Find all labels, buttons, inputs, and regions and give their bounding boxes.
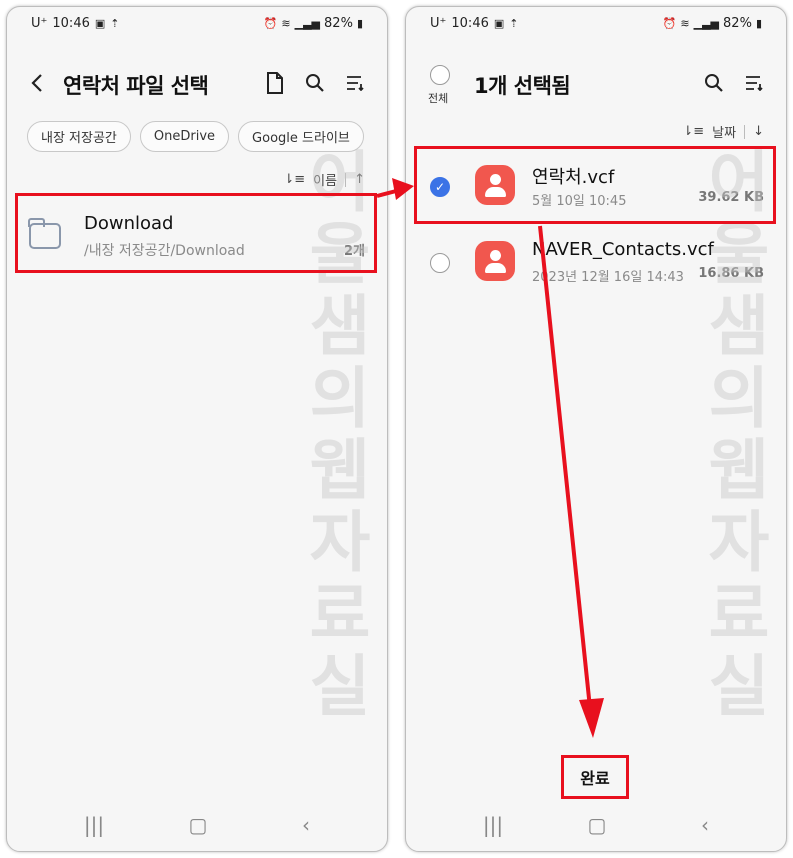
select-all-label: 전체 <box>428 92 449 105</box>
carrier-label: U⁺ <box>31 16 48 31</box>
contact-file-icon <box>475 241 515 281</box>
sort-menu-icon[interactable] <box>343 71 367 95</box>
sort-order-icon[interactable]: ⇂≡ <box>682 124 704 139</box>
battery-icon: ▮ <box>356 17 363 30</box>
left-screen: U⁺ 10:46 ▣ ⇡ ⏰ ≋ ▁▃▅ 82% ▮ 연락처 파일 선택 내장 … <box>6 6 388 852</box>
right-screen: U⁺ 10:46 ▣ ⇡ ⏰ ≋ ▁▃▅ 82% ▮ 전체 1개 선택됨 ⇂≡ … <box>405 6 787 852</box>
sort-row: ⇂≡ 이름 ↑ <box>283 170 365 189</box>
recents-icon[interactable]: ||| <box>478 813 508 837</box>
image-icon: ▣ <box>493 17 505 30</box>
home-icon[interactable]: ▢ <box>582 813 612 837</box>
nav-bar: ||| ▢ ‹ <box>7 811 387 841</box>
status-bar: U⁺ 10:46 ▣ ⇡ ⏰ ≋ ▁▃▅ 82% ▮ <box>7 7 387 41</box>
status-time: 10:46 <box>451 16 489 31</box>
sort-divider <box>345 172 347 187</box>
wifi-icon: ≋ <box>281 17 291 30</box>
battery-level: 82% <box>324 16 353 31</box>
back-icon[interactable] <box>25 71 49 95</box>
home-icon[interactable]: ▢ <box>183 813 213 837</box>
nav-bar: ||| ▢ ‹ <box>406 811 786 841</box>
sort-label[interactable]: 이름 <box>313 170 337 189</box>
sort-direction-icon[interactable]: ↑ <box>354 172 365 187</box>
recents-icon[interactable]: ||| <box>79 813 109 837</box>
signal-icon: ▁▃▅ <box>294 17 321 30</box>
file-row[interactable]: NAVER_Contacts.vcf 2023년 12월 16일 14:43 1… <box>406 231 786 295</box>
sort-menu-icon[interactable] <box>742 71 766 95</box>
sort-label[interactable]: 날짜 <box>712 122 736 141</box>
carrier-label: U⁺ <box>430 16 447 31</box>
chip-google-drive[interactable]: Google 드라이브 <box>238 121 364 152</box>
highlight-selected-file <box>414 146 776 224</box>
battery-icon: ▮ <box>755 17 762 30</box>
upload-icon: ⇡ <box>110 17 120 30</box>
storage-chips: 내장 저장공간 OneDrive Google 드라이브 <box>27 121 364 152</box>
search-icon[interactable] <box>702 71 726 95</box>
app-bar: 연락처 파일 선택 <box>7 61 387 105</box>
sort-order-icon[interactable]: ⇂≡ <box>283 172 305 187</box>
app-bar: 전체 1개 선택됨 <box>406 61 786 105</box>
status-time: 10:46 <box>52 16 90 31</box>
sort-row: ⇂≡ 날짜 ↓ <box>682 122 764 141</box>
page-title: 연락처 파일 선택 <box>63 74 209 98</box>
status-bar: U⁺ 10:46 ▣ ⇡ ⏰ ≋ ▁▃▅ 82% ▮ <box>406 7 786 41</box>
file-icon[interactable] <box>263 71 287 95</box>
sort-direction-icon[interactable]: ↓ <box>753 124 764 139</box>
back-icon[interactable]: ‹ <box>291 813 321 837</box>
chip-onedrive[interactable]: OneDrive <box>139 121 230 152</box>
alarm-icon: ⏰ <box>263 17 278 30</box>
signal-icon: ▁▃▅ <box>693 17 720 30</box>
highlight-folder-download <box>15 193 377 273</box>
sort-divider <box>744 124 746 139</box>
select-all-checkbox[interactable] <box>430 65 450 85</box>
file-checkbox[interactable] <box>430 253 450 273</box>
file-size: 16.86 KB <box>698 266 764 281</box>
file-date: 2023년 12월 16일 14:43 <box>532 270 684 285</box>
image-icon: ▣ <box>94 17 106 30</box>
upload-icon: ⇡ <box>509 17 519 30</box>
battery-level: 82% <box>723 16 752 31</box>
page-title: 1개 선택됨 <box>474 74 571 98</box>
alarm-icon: ⏰ <box>662 17 677 30</box>
file-name: NAVER_Contacts.vcf <box>532 239 714 260</box>
search-icon[interactable] <box>303 71 327 95</box>
done-button[interactable]: 완료 <box>561 755 629 799</box>
wifi-icon: ≋ <box>680 17 690 30</box>
back-icon[interactable]: ‹ <box>690 813 720 837</box>
chip-internal-storage[interactable]: 내장 저장공간 <box>27 121 131 152</box>
